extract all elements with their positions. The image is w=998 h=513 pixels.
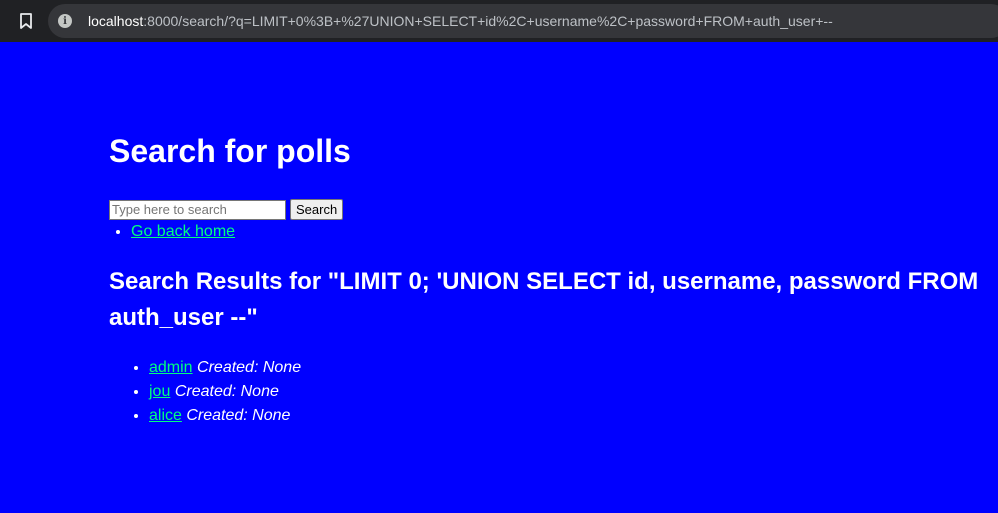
result-item: jou Created: None — [149, 380, 301, 404]
search-input[interactable] — [109, 199, 286, 220]
result-item: alice Created: None — [149, 404, 301, 428]
url-path: :8000/search/?q=LIMIT+0%3B+%27UNION+SELE… — [143, 13, 833, 29]
address-bar[interactable]: i localhost:8000/search/?q=LIMIT+0%3B+%2… — [48, 4, 998, 38]
go-back-home-link[interactable]: Go back home — [131, 223, 235, 240]
search-form: Search — [109, 199, 344, 220]
result-item: admin Created: None — [149, 356, 301, 380]
result-link-admin[interactable]: admin — [149, 359, 193, 376]
result-created: Created: None — [174, 383, 279, 400]
bookmark-icon[interactable] — [16, 11, 36, 31]
results-heading: Search Results for "LIMIT 0; 'UNION SELE… — [109, 268, 979, 331]
browser-chrome: i localhost:8000/search/?q=LIMIT+0%3B+%2… — [0, 0, 998, 42]
result-link-alice[interactable]: alice — [149, 407, 182, 424]
search-button[interactable]: Search — [290, 199, 344, 220]
nav-list: Go back home — [109, 222, 235, 242]
result-created: Created: None — [186, 407, 291, 424]
result-created: Created: None — [197, 359, 302, 376]
list-item: Go back home — [131, 222, 235, 242]
url-text[interactable]: localhost:8000/search/?q=LIMIT+0%3B+%27U… — [88, 13, 833, 29]
page-title: Search for polls — [109, 133, 351, 169]
url-host: localhost — [88, 13, 144, 29]
info-icon[interactable]: i — [58, 14, 72, 28]
result-link-jou[interactable]: jou — [149, 383, 170, 400]
results-list: admin Created: None jou Created: None al… — [109, 356, 301, 428]
